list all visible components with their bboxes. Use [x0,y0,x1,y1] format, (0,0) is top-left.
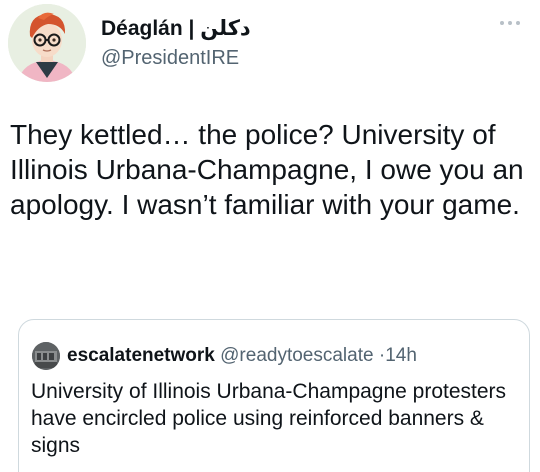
user-handle[interactable]: @PresidentIRE [101,45,239,71]
quoted-user-handle[interactable]: @readytoescalate [220,345,373,366]
quoted-tweet-header: escalatenetwork @readytoescalate ·14h [67,344,417,368]
display-name[interactable]: Déaglán | دكلن [101,16,251,42]
tweet-card: Déaglán | دكلن @PresidentIRE They kettle… [0,0,540,472]
more-dot [500,21,504,25]
avatar[interactable] [8,4,86,82]
quoted-display-name[interactable]: escalatenetwork [67,345,215,366]
quoted-timestamp[interactable]: 14h [385,345,417,366]
more-dot [508,21,512,25]
quoted-user-avatar[interactable] [32,342,60,370]
more-dot [516,21,520,25]
more-options-icon[interactable] [500,16,524,30]
quoted-tweet-card[interactable]: escalatenetwork @readytoescalate ·14h Un… [18,319,530,472]
tweet-text: They kettled… the police? University of … [10,119,524,220]
quoted-avatar-image [32,342,60,370]
quoted-tweet-text: University of Illinois Urbana-Champagne … [31,380,507,457]
avatar-illustration [8,4,86,82]
